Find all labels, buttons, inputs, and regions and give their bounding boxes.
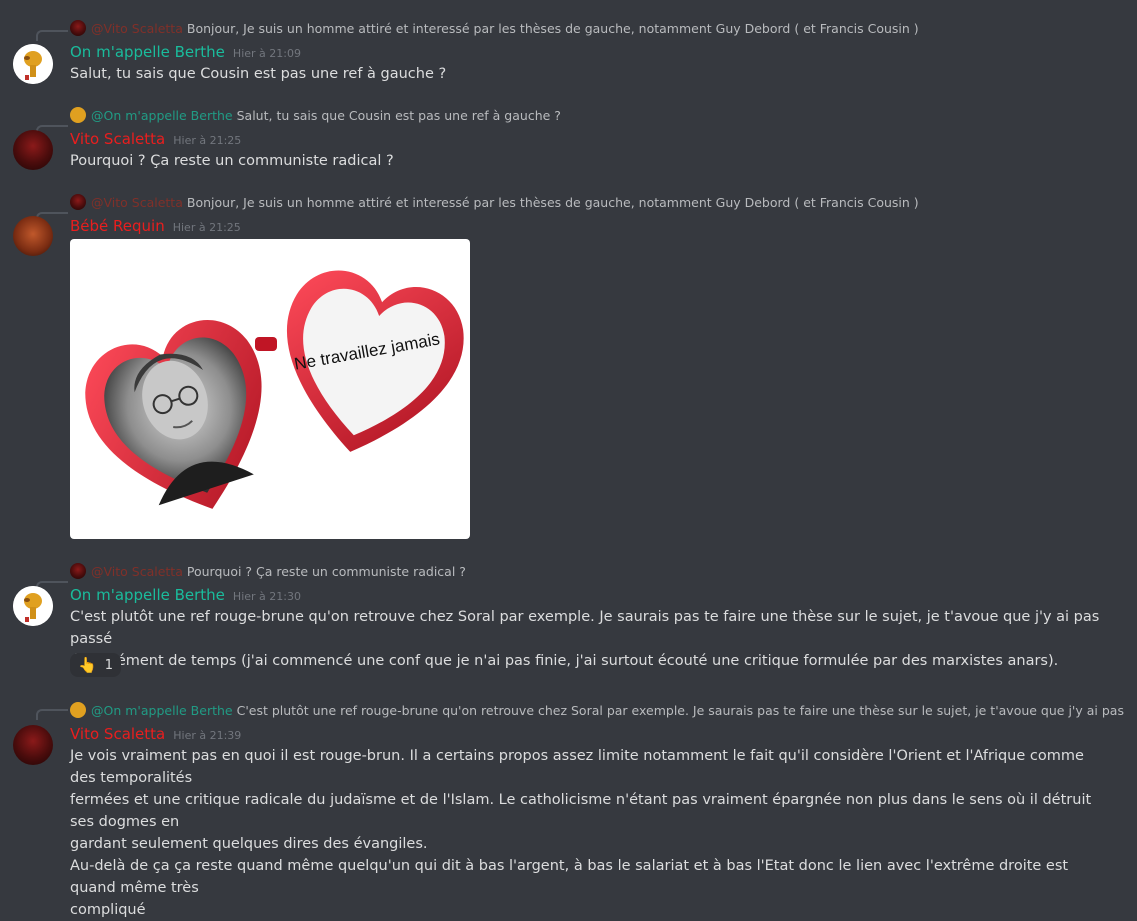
author-name[interactable]: Vito Scaletta xyxy=(70,725,165,743)
reply-author[interactable]: @Vito Scaletta xyxy=(91,21,183,36)
reply-preview[interactable]: @Vito Scaletta Bonjour, Je suis un homme… xyxy=(70,19,919,37)
heart-locket-image: Ne travaillez jamais xyxy=(85,270,464,509)
message-line: gardant seulement quelques dires des éva… xyxy=(70,836,428,852)
pointing-up-icon: 👆 xyxy=(78,656,97,674)
message-line: compliqué xyxy=(70,902,146,918)
reply-preview[interactable]: @On m'appelle Berthe C'est plutôt une re… xyxy=(70,701,1125,719)
author-name[interactable]: On m'appelle Berthe xyxy=(70,586,225,604)
avatar[interactable] xyxy=(13,216,53,256)
reply-author[interactable]: @On m'appelle Berthe xyxy=(91,108,233,123)
message-text: Salut, tu sais que Cousin est pas une re… xyxy=(70,66,447,82)
message-line: C'est plutôt une ref rouge-brune qu'on r… xyxy=(70,609,1100,647)
message-line: Au-delà de ça ça reste quand même quelqu… xyxy=(70,858,1069,896)
reply-avatar xyxy=(70,20,86,36)
reply-text: Bonjour, Je suis un homme attiré et inte… xyxy=(186,194,919,210)
reaction-button[interactable]: 👆 1 xyxy=(70,653,121,677)
timestamp[interactable]: Hier à 21:25 xyxy=(173,221,241,234)
author-name[interactable]: Vito Scaletta xyxy=(70,130,165,148)
author-name[interactable]: On m'appelle Berthe xyxy=(70,43,225,61)
reply-preview[interactable]: @Vito Scaletta Bonjour, Je suis un homme… xyxy=(70,193,919,211)
duck-icon xyxy=(13,586,53,626)
message-text: Je vois vraiment pas en quoi il est roug… xyxy=(70,745,1110,921)
timestamp[interactable]: Hier à 21:25 xyxy=(173,134,241,147)
reply-avatar xyxy=(70,194,86,210)
message-line: Je vois vraiment pas en quoi il est roug… xyxy=(70,748,1084,786)
reaction-count: 1 xyxy=(104,657,113,673)
timestamp[interactable]: Hier à 21:39 xyxy=(173,729,241,742)
reply-author[interactable]: @Vito Scaletta xyxy=(91,564,183,579)
duck-icon xyxy=(13,44,53,84)
avatar[interactable] xyxy=(13,586,53,626)
image-attachment[interactable]: Ne travaillez jamais xyxy=(70,239,470,539)
reply-avatar xyxy=(70,563,86,579)
reply-author[interactable]: @On m'appelle Berthe xyxy=(91,703,233,718)
avatar[interactable] xyxy=(13,44,53,84)
reply-preview[interactable]: @Vito Scaletta Pourquoi ? Ça reste un co… xyxy=(70,562,466,580)
reply-author[interactable]: @Vito Scaletta xyxy=(91,195,183,210)
reply-text: Salut, tu sais que Cousin est pas une re… xyxy=(236,107,561,123)
reply-text: Pourquoi ? Ça reste un communiste radica… xyxy=(186,563,466,579)
reply-text: C'est plutôt une ref rouge-brune qu'on r… xyxy=(236,702,1125,718)
message-text: Pourquoi ? Ça reste un communiste radica… xyxy=(70,153,394,169)
avatar[interactable] xyxy=(13,130,53,170)
message-text: C'est plutôt une ref rouge-brune qu'on r… xyxy=(70,606,1110,672)
timestamp[interactable]: Hier à 21:30 xyxy=(233,590,301,603)
message-line: énormément de temps (j'ai commencé une c… xyxy=(70,653,1059,669)
reply-avatar xyxy=(70,107,86,123)
reply-avatar xyxy=(70,702,86,718)
avatar[interactable] xyxy=(13,725,53,765)
timestamp[interactable]: Hier à 21:09 xyxy=(233,47,301,60)
message-line: fermées et une critique radicale du juda… xyxy=(70,792,1092,830)
reply-text: Bonjour, Je suis un homme attiré et inte… xyxy=(186,20,919,36)
author-name[interactable]: Bébé Requin xyxy=(70,217,165,235)
reply-preview[interactable]: @On m'appelle Berthe Salut, tu sais que … xyxy=(70,106,561,124)
